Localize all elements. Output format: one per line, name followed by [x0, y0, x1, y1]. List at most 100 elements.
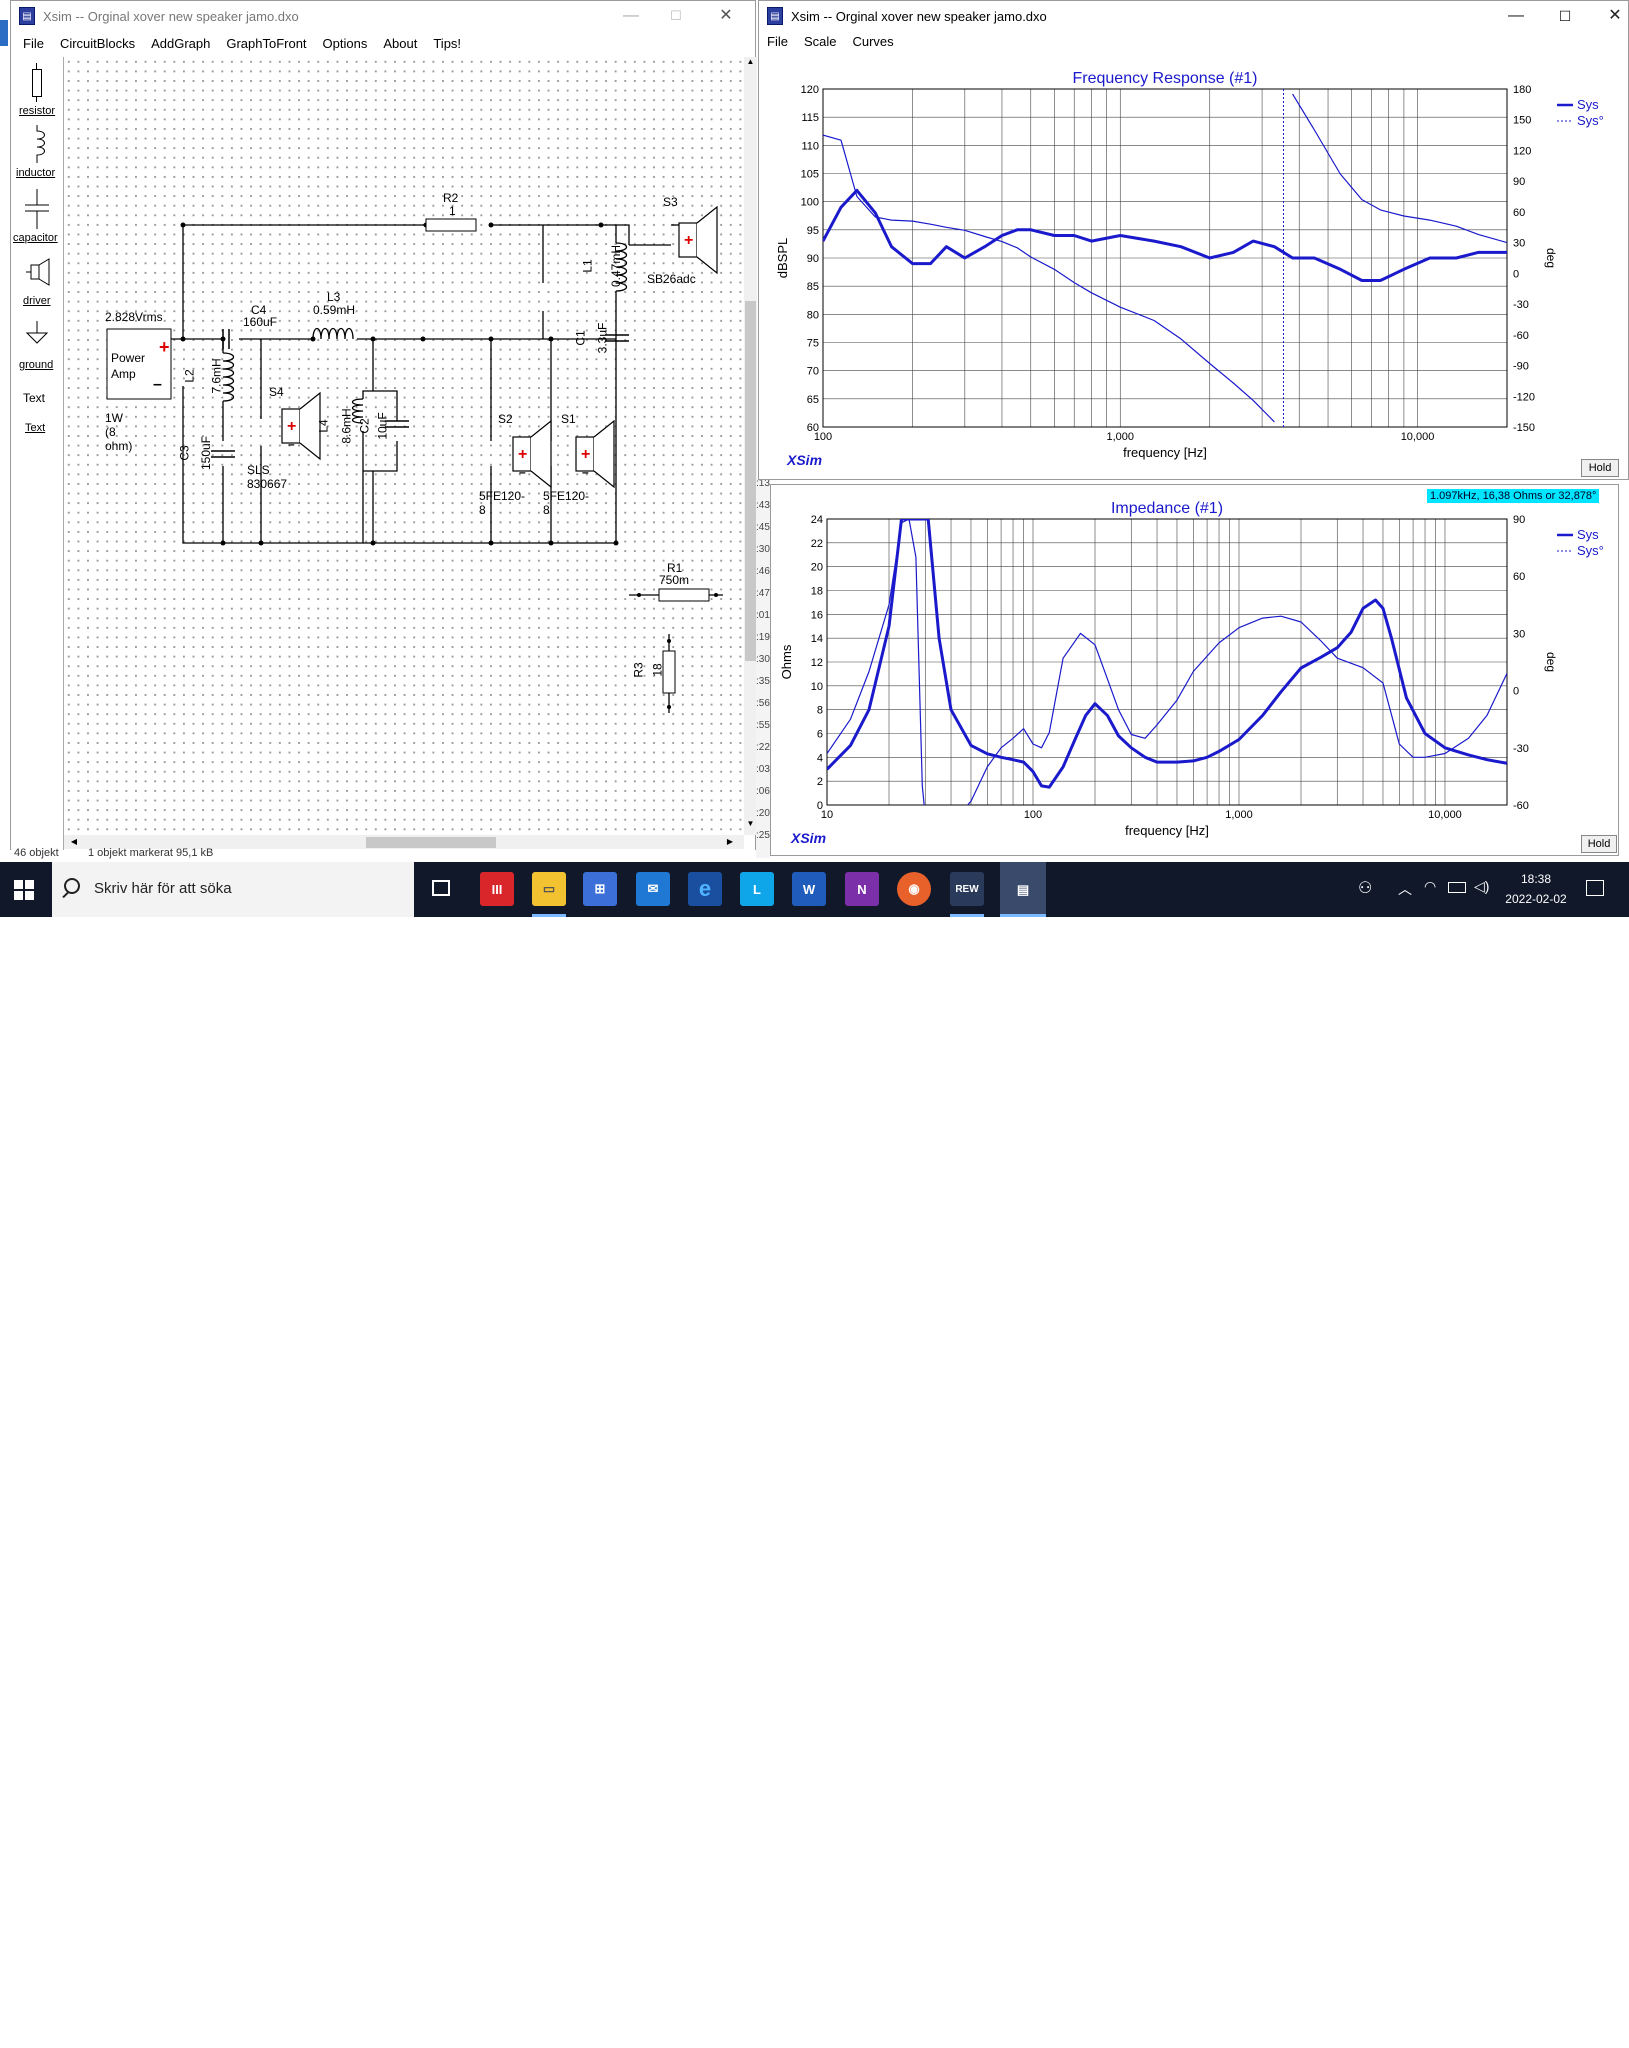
source-load-label: 1W (8 ohm) [105, 411, 133, 453]
c2-name: C2 [357, 418, 372, 434]
battery-icon[interactable] [1448, 882, 1466, 893]
magnitude-curve [823, 188, 1507, 282]
horizontal-scroll-thumb[interactable] [366, 837, 496, 848]
c4-value: 160uF [243, 315, 278, 329]
scroll-up-icon[interactable]: ▲ [744, 57, 757, 71]
freq-hold-button[interactable]: Hold [1581, 459, 1619, 477]
task-view-icon[interactable] [432, 880, 450, 896]
svg-text:–: – [519, 465, 526, 479]
rew-icon[interactable]: REW [950, 872, 984, 906]
wifi-icon[interactable]: ◠ [1424, 878, 1436, 895]
graph-window-title: Xsim -- Orginal xover new speaker jamo.d… [791, 8, 1047, 24]
taskbar-active-indicator-3 [1000, 914, 1046, 917]
y-tick-label: 20 [811, 562, 823, 574]
frequency-response-chart[interactable]: 120 115 110 105 100 95 90 85 80 75 70 65 60 180 150 120… [759, 55, 1628, 477]
x-tick-label: 10 [821, 809, 833, 821]
graph-menu-file[interactable]: File [767, 34, 788, 50]
svg-text:–: – [153, 376, 162, 393]
l2-name: L2 [182, 369, 197, 383]
impedance-hold-button[interactable]: Hold [1581, 835, 1617, 853]
taskbar-active-indicator [532, 914, 566, 917]
y-tick-label: 70 [807, 366, 819, 378]
y-tick-label: 2 [817, 776, 823, 788]
edge-icon[interactable]: e [688, 872, 722, 906]
clock-time: 18:38 [1520, 872, 1552, 886]
desktop-left-edge [0, 20, 8, 46]
y-axis-label: dBSPL [775, 238, 790, 278]
impedance-window: 24 22 20 18 16 14 12 10 8 6 4 2 0 90 60 30 0 -30 -60 10 100 1… [770, 484, 1619, 856]
y2-axis-label: deg [1544, 248, 1558, 268]
x-tick-label: 10,000 [1428, 809, 1462, 821]
maximize-icon[interactable]: ☐ [1545, 5, 1585, 27]
y-tick-label: 4 [817, 752, 823, 764]
scroll-right-icon[interactable]: ▶ [723, 835, 737, 849]
c3-value: 150uF [199, 435, 214, 471]
y-tick-label: 16 [811, 609, 823, 621]
x-axis-label: frequency [Hz] [1123, 445, 1207, 460]
s2-name: S2 [498, 412, 513, 426]
r3-name: R3 [631, 662, 646, 678]
impedance-chart[interactable]: 2422201816141210864209060300-30-6010 100 1… [771, 485, 1618, 855]
r2-name: R2 [443, 191, 459, 205]
minimize-icon[interactable]: — [1496, 5, 1536, 27]
r3-symbol [662, 650, 676, 694]
notification-icon[interactable] [1586, 880, 1604, 896]
word-icon[interactable]: W [792, 872, 826, 906]
scroll-left-icon[interactable]: ◀ [67, 835, 81, 849]
mail-icon[interactable]: ✉ [636, 872, 670, 906]
xsim-taskbar-icon[interactable]: ▤ [1000, 862, 1046, 917]
source-name-label: Power Amp [111, 351, 146, 381]
x-tick-label: 100 [1024, 809, 1042, 821]
chevron-up-icon[interactable]: ︿ [1398, 879, 1412, 899]
y2-tick-label: -90 [1513, 361, 1529, 373]
x-tick-label: 100 [814, 431, 832, 443]
y2-tick-label: 120 [1513, 145, 1531, 157]
l2-value: 7.6mH [209, 358, 224, 394]
x-tick-label: 1,000 [1225, 809, 1253, 821]
s1-name: S1 [561, 412, 576, 426]
xsim-app-icon: ▤ [767, 7, 783, 25]
svg-text:+: + [518, 446, 527, 463]
phase-curve [827, 519, 1507, 805]
app-icon-red[interactable]: III [480, 872, 514, 906]
y2-tick-label: 150 [1513, 115, 1531, 127]
app-icon-l[interactable]: L [740, 872, 774, 906]
y-tick-label: 85 [807, 281, 819, 293]
y-tick-label: 105 [801, 169, 819, 181]
y2-tick-label: -150 [1513, 422, 1535, 434]
y-tick-label: 8 [817, 705, 823, 717]
s4-name: S4 [269, 385, 284, 399]
graph-window: ▤ Xsim -- Orginal xover new speaker jamo… [758, 0, 1629, 480]
firefox-icon[interactable]: ◉ [897, 872, 931, 906]
x-tick-label: 1,000 [1106, 431, 1134, 443]
store-icon[interactable]: ⊞ [583, 872, 617, 906]
windows-start-icon[interactable] [14, 880, 34, 900]
taskbar-search-box[interactable]: Skriv här för att söka [52, 862, 414, 917]
l1-name: L1 [580, 259, 595, 273]
close-icon[interactable]: ✕ [1595, 5, 1629, 27]
y2-tick-label: -60 [1513, 330, 1529, 342]
onenote-icon[interactable]: N [845, 872, 879, 906]
graph-menu-curves[interactable]: Curves [852, 34, 893, 50]
r2-value: 1 [449, 204, 456, 218]
r1-value: 750m [659, 573, 690, 587]
y2-tick-label: 30 [1513, 238, 1525, 250]
file-explorer-icon[interactable]: ▭ [532, 872, 566, 906]
y-tick-label: 24 [811, 514, 823, 526]
search-placeholder: Skriv här för att söka [94, 880, 232, 897]
y-tick-label: 100 [801, 197, 819, 209]
l3-value: 0.59mH [313, 303, 356, 317]
y-tick-label: 65 [807, 394, 819, 406]
c1-value: 3.3uF [595, 322, 610, 354]
svg-text:+: + [287, 418, 296, 435]
clock[interactable]: 18:38 2022-02-02 [1496, 869, 1576, 909]
s4-value: SLS 830667 [247, 463, 288, 491]
y2-tick-label: -60 [1513, 800, 1529, 812]
y2-tick-label: -120 [1513, 391, 1535, 403]
svg-text:–: – [288, 437, 295, 451]
y2-tick-label: 60 [1513, 207, 1525, 219]
graph-menu-scale[interactable]: Scale [804, 34, 837, 50]
people-icon[interactable]: ⚇ [1358, 878, 1372, 898]
vertical-scroll-thumb[interactable] [745, 301, 756, 661]
volume-icon[interactable]: ◁) [1474, 878, 1489, 895]
